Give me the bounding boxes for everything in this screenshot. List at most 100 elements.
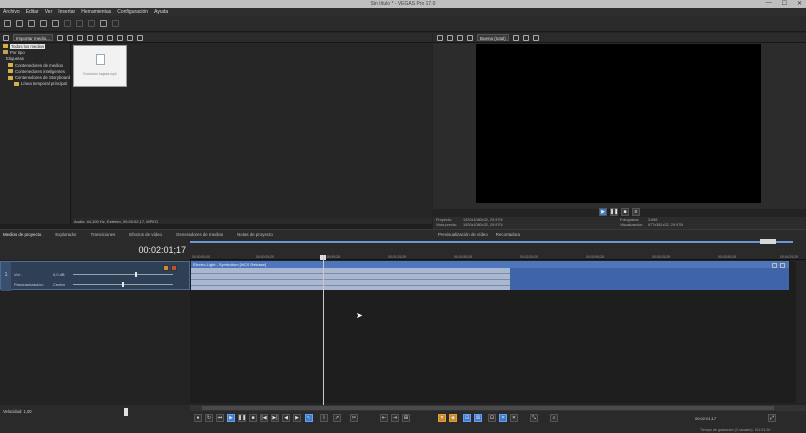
go-to-end-button[interactable]: ▶| bbox=[271, 414, 279, 422]
tree-item-main-timeline[interactable]: Línea temporal principal bbox=[0, 81, 70, 87]
loop-region-bar[interactable] bbox=[190, 241, 793, 243]
insert-region-button[interactable]: ◆ bbox=[449, 414, 457, 422]
tab-video-fx[interactable]: Efectos de vídeo bbox=[129, 232, 162, 237]
ruler-label: 00:03:29;29 bbox=[652, 255, 670, 259]
lock-envelopes-button[interactable]: ⊠ bbox=[474, 414, 482, 422]
event-menu-icon[interactable] bbox=[780, 263, 785, 268]
view-icon[interactable] bbox=[3, 34, 9, 41]
save-snapshot-icon[interactable] bbox=[532, 34, 539, 41]
scrollbar-thumb[interactable] bbox=[202, 406, 774, 410]
trim-button[interactable]: ⊞ bbox=[402, 414, 410, 422]
solo-button[interactable] bbox=[171, 265, 177, 271]
preview-stop-button[interactable]: ■ bbox=[621, 207, 629, 216]
normal-edit-tool-button[interactable]: ↖ bbox=[305, 414, 313, 422]
tab-video-preview[interactable]: Previsualización de vídeo bbox=[438, 232, 488, 237]
close-button[interactable]: ✕ bbox=[797, 0, 802, 7]
menu-herramientas[interactable]: Herramientas bbox=[81, 9, 111, 15]
minimize-button[interactable]: — bbox=[766, 0, 772, 7]
fx-icon[interactable] bbox=[457, 34, 463, 41]
auto-ripple-button[interactable]: ⊟ bbox=[463, 414, 471, 422]
expand-button[interactable]: ⤢ bbox=[768, 414, 776, 422]
velocity-slider-knob[interactable] bbox=[124, 408, 128, 416]
overlays-icon[interactable] bbox=[512, 34, 519, 41]
auto-crossfade-button[interactable]: ✕ bbox=[510, 414, 518, 422]
pause-button[interactable]: ❚❚ bbox=[238, 414, 246, 422]
prev-frame-button[interactable]: ◀ bbox=[282, 414, 290, 422]
trim-start-button[interactable]: ⇤ bbox=[380, 414, 388, 422]
pan-slider-knob[interactable] bbox=[122, 282, 124, 287]
copy-icon[interactable] bbox=[76, 20, 83, 27]
delete-icon[interactable] bbox=[87, 34, 94, 41]
audio-track-header[interactable]: 1 Vol.: 0,0 dB Panoramización: Centro bbox=[0, 261, 190, 291]
menu-ver[interactable]: Ver bbox=[45, 9, 53, 15]
capture-icon[interactable] bbox=[77, 34, 84, 41]
playhead-cursor[interactable] bbox=[323, 255, 324, 405]
timeline-vertical-scrollbar[interactable] bbox=[796, 261, 806, 403]
tab-media-generators[interactable]: Generadores de medios bbox=[176, 232, 223, 237]
save-icon[interactable] bbox=[28, 20, 35, 27]
render-icon[interactable] bbox=[40, 20, 47, 27]
stop-button[interactable]: ■ bbox=[249, 414, 257, 422]
selection-tool-button[interactable]: ↗ bbox=[333, 414, 341, 422]
copy-snapshot-icon[interactable] bbox=[522, 34, 529, 41]
redo-icon[interactable] bbox=[112, 20, 119, 27]
tab-project-media[interactable]: Medios de proyecto bbox=[3, 232, 41, 237]
mute-button[interactable] bbox=[163, 265, 169, 271]
undo-icon[interactable] bbox=[100, 20, 107, 27]
play-icon[interactable] bbox=[107, 34, 114, 41]
menu-configuracion[interactable]: Configuración bbox=[117, 9, 148, 15]
record-button[interactable]: ● bbox=[194, 414, 202, 422]
preview-menu-button[interactable]: ≡ bbox=[632, 207, 640, 216]
menu-ayuda[interactable]: Ayuda bbox=[154, 9, 168, 15]
play-from-start-button[interactable]: ⏮ bbox=[216, 414, 224, 422]
new-project-icon[interactable] bbox=[4, 20, 11, 27]
import-media-dropdown[interactable]: Importar medio... bbox=[13, 34, 54, 41]
preview-settings-icon[interactable] bbox=[437, 34, 443, 41]
menu-editar[interactable]: Editar bbox=[26, 9, 39, 15]
preview-quality-dropdown[interactable]: Buena (total) bbox=[477, 34, 509, 41]
envelope-tool-button[interactable]: ⌇ bbox=[320, 414, 328, 422]
ignore-grouping-button[interactable]: ⊡ bbox=[488, 414, 496, 422]
volume-slider[interactable] bbox=[73, 274, 173, 275]
preview-toolbar: Buena (total) bbox=[433, 33, 806, 43]
tab-project-notes[interactable]: Notas de proyecto bbox=[237, 232, 273, 237]
cut-icon[interactable] bbox=[64, 20, 71, 27]
menu-insertar[interactable]: Insertar bbox=[58, 9, 75, 15]
tab-trimmer[interactable]: Recortadora bbox=[496, 232, 520, 237]
pan-label: Panoramización: bbox=[14, 282, 44, 287]
loop-button[interactable]: ↻ bbox=[205, 414, 213, 422]
tab-explorer[interactable]: Explorador bbox=[55, 232, 76, 237]
maximize-button[interactable]: ☐ bbox=[782, 0, 787, 7]
import-icon[interactable] bbox=[67, 34, 74, 41]
volume-slider-knob[interactable] bbox=[135, 272, 137, 277]
split-screen-icon[interactable] bbox=[467, 34, 473, 41]
snapping-button[interactable]: ⌗ bbox=[499, 414, 507, 422]
next-frame-button[interactable]: ▶ bbox=[293, 414, 301, 422]
properties-icon[interactable] bbox=[97, 34, 104, 41]
timeline-footer-left: Velocidad: 1,00 bbox=[0, 405, 190, 433]
trim-end-button[interactable]: ⇥ bbox=[391, 414, 399, 422]
stop-icon[interactable] bbox=[117, 34, 124, 41]
split-button[interactable]: ✂ bbox=[350, 414, 358, 422]
quantize-button[interactable]: ⤡ bbox=[530, 414, 538, 422]
paste-icon[interactable] bbox=[88, 20, 95, 27]
preview-play-button[interactable]: ▶ bbox=[599, 207, 607, 216]
settings-icon[interactable] bbox=[52, 20, 59, 27]
loop-region-marker[interactable] bbox=[760, 239, 776, 244]
open-project-icon[interactable] bbox=[16, 20, 23, 27]
views-icon[interactable] bbox=[127, 34, 134, 41]
timeline-ruler[interactable]: 00:00:00;00 00:00:29;29 00:00:59;28 00:0… bbox=[190, 238, 806, 260]
insert-marker-button[interactable]: ▼ bbox=[438, 414, 446, 422]
tab-transitions[interactable]: Transiciones bbox=[91, 232, 116, 237]
external-monitor-icon[interactable] bbox=[447, 34, 453, 41]
search-icon[interactable] bbox=[137, 34, 144, 41]
event-fx-icon[interactable] bbox=[772, 263, 777, 268]
play-button[interactable]: ▶ bbox=[227, 414, 235, 422]
refresh-icon[interactable] bbox=[57, 34, 64, 41]
go-to-start-button[interactable]: |◀ bbox=[260, 414, 268, 422]
preview-pause-button[interactable]: ❚❚ bbox=[610, 207, 618, 216]
event-icons bbox=[772, 263, 785, 268]
menu-archivo[interactable]: Archivo bbox=[3, 9, 20, 15]
zoom-button[interactable]: ⌕ bbox=[550, 414, 558, 422]
media-thumbnail[interactable]: Evolución bajada.mp4 bbox=[73, 45, 127, 87]
